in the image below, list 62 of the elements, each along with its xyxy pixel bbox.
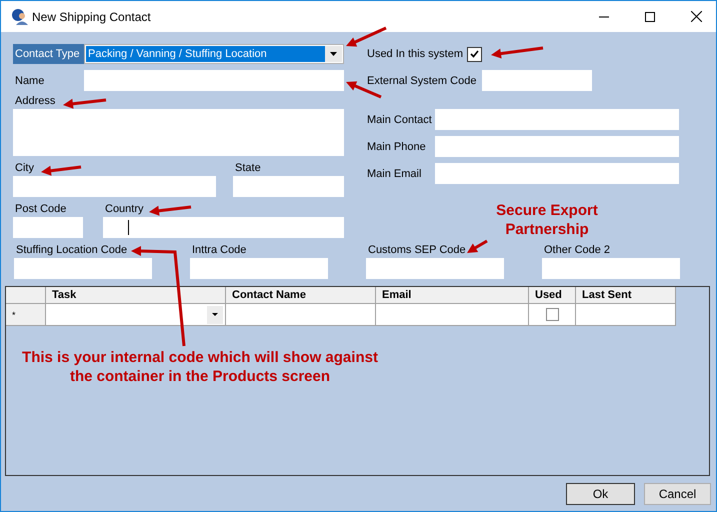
caret-icon [330, 52, 337, 56]
row-header [6, 287, 46, 304]
column-header[interactable]: Contact Name [226, 287, 376, 304]
annotation-arrow [63, 98, 106, 109]
field-label: Inttra Code [191, 244, 246, 258]
contact-type-dropdown[interactable]: Packing / Vanning / Stuffing Location [84, 44, 344, 64]
field-label: Post Code [14, 203, 66, 217]
text-field[interactable] [13, 217, 83, 238]
text-field[interactable] [13, 176, 216, 197]
close-icon[interactable] [691, 11, 702, 22]
text-field[interactable] [14, 258, 152, 279]
column-header[interactable]: Last Sent [576, 287, 676, 304]
text-field[interactable] [435, 136, 679, 157]
text-field[interactable] [435, 163, 679, 184]
text-field[interactable] [435, 109, 679, 130]
text-field[interactable] [13, 109, 344, 156]
dialog-button[interactable]: Cancel [644, 483, 711, 505]
field-label: Main Contact [366, 114, 433, 126]
column-header[interactable]: Email [376, 287, 529, 304]
field-label: Used In this system [366, 48, 463, 60]
text-field[interactable] [103, 217, 344, 238]
new-row-marker: * [6, 304, 46, 326]
text-field[interactable] [190, 258, 328, 279]
field-label: Other Code 2 [543, 244, 610, 258]
maximize-icon[interactable] [645, 12, 655, 22]
dialog-button[interactable]: Ok [566, 483, 635, 505]
field-label: City [14, 162, 34, 176]
column-header[interactable]: Task [46, 287, 226, 304]
window-title: New Shipping Contact [32, 10, 151, 24]
text-field[interactable] [542, 258, 680, 279]
field-label: Name [14, 74, 46, 86]
field-label: Main Phone [366, 140, 427, 152]
checkmark-icon [470, 50, 479, 58]
field-label: Main Email [366, 168, 422, 180]
checkbox[interactable] [466, 46, 482, 62]
task-dropdown-cell[interactable] [46, 304, 226, 326]
annotation-arrow [149, 206, 192, 216]
field-label: Customs SEP Code [367, 244, 466, 258]
text-field[interactable] [84, 70, 344, 91]
annotation-arrow [491, 46, 544, 59]
caret-icon [212, 313, 218, 316]
annotation-arrow [41, 166, 82, 176]
text-field[interactable] [482, 70, 592, 91]
text-field[interactable] [366, 258, 504, 279]
person-globe-icon [11, 8, 29, 26]
field-label: State [234, 162, 261, 176]
column-header[interactable]: Used [529, 287, 576, 304]
table-cell[interactable] [576, 304, 676, 326]
text-cursor [128, 220, 129, 235]
field-label: Stuffing Location Code [15, 244, 128, 258]
annotation-text: Secure Export Partnership [495, 201, 599, 239]
annotation-text: This is your internal code which will show against the container in the Products screen [21, 348, 379, 386]
field-label: Address [14, 95, 56, 107]
field-label: Country [104, 203, 144, 217]
text-field[interactable] [233, 176, 344, 197]
table-cell[interactable] [226, 304, 376, 326]
table-cell[interactable] [376, 304, 529, 326]
annotation-arrow [467, 240, 488, 253]
field-label: Contact Type [13, 44, 84, 64]
checkbox[interactable] [546, 308, 558, 321]
field-label: External System Code [366, 74, 478, 86]
annotation-arrow [346, 26, 387, 47]
